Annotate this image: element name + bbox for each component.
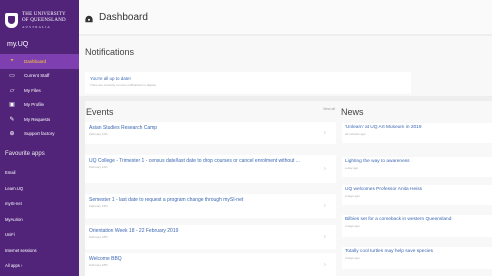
sidebar-item-my-files[interactable]: ▱ My Files <box>0 83 79 98</box>
view-all-events-link[interactable]: View all <box>323 107 335 111</box>
event-date: February 11th <box>89 165 108 169</box>
chevron-right-icon: › <box>323 261 326 268</box>
news-item-date: 3 days ago <box>345 256 360 260</box>
sidebar-item-label: Support factory <box>24 131 55 137</box>
sidebar-item-label: My Profile <box>24 102 45 108</box>
sidebar: THE UNIVERSITY OF QUEENSLAND AUSTRALIA m… <box>0 0 79 276</box>
sidebar-item-my-profile[interactable]: ▣ My Profile <box>0 98 79 113</box>
logo-line-1: THE UNIVERSITY <box>22 11 66 17</box>
uq-crest-icon <box>5 13 18 28</box>
event-title: Welcome BBQ <box>89 256 122 262</box>
events-title: Events <box>86 107 114 117</box>
fav-app-internet-sessions[interactable]: Internet sessions <box>0 243 79 259</box>
chevron-right-icon: › <box>323 165 326 173</box>
sidebar-item-my-requests[interactable]: ✎ My Requests <box>0 112 79 127</box>
edit-icon: ✎ <box>9 116 15 123</box>
fav-app-mysi-net[interactable]: mySI-net <box>0 196 79 212</box>
page-title: Dashboard <box>99 12 148 23</box>
fav-app-email[interactable]: Email <box>0 165 79 181</box>
events-card: Events View all Asian Studies Research C… <box>85 101 336 276</box>
notification-message-box: You're all up to date! There are current… <box>85 72 411 94</box>
event-item[interactable]: UQ College - Trimester 1 - census date/l… <box>85 155 336 183</box>
chevron-right-icon: › <box>323 129 326 137</box>
dashboard-icon <box>85 15 93 23</box>
sidebar-item-support-factory[interactable]: ⊕ Support factory <box>0 127 79 142</box>
chevron-right-icon: › <box>323 233 326 241</box>
news-item-date: 2 days ago <box>345 224 360 228</box>
dashboard-icon: ◓ <box>10 58 14 65</box>
uq-logo[interactable]: THE UNIVERSITY OF QUEENSLAND AUSTRALIA <box>0 0 79 34</box>
news-item[interactable]: Totally cool turtles may help save speci… <box>342 247 492 269</box>
event-title: Orientation Week 18 - 22 February 2019 <box>89 228 179 234</box>
section-title-myuq: my.UQ <box>7 41 29 48</box>
event-title: UQ College - Trimester 1 - census date/l… <box>89 158 300 164</box>
event-item[interactable]: Semester 1 - last date to request a prog… <box>85 194 336 218</box>
news-item-title: 'Unlearn' at UQ Art Museum in 2019 <box>345 125 422 130</box>
event-date: February 15th <box>89 204 108 208</box>
notifications-title: Notifications <box>85 47 135 57</box>
monitor-icon: ▭ <box>9 73 15 80</box>
all-apps-link[interactable]: All apps › <box>0 258 79 274</box>
news-item-title: Lighting the way to awareness <box>345 159 410 164</box>
event-title: Semester 1 - last date to request a prog… <box>89 197 244 203</box>
news-title: News <box>341 107 364 117</box>
sidebar-item-label: Dashboard <box>24 58 47 64</box>
news-item-date: 2 days ago <box>345 194 360 198</box>
event-date: February 11th <box>89 132 108 136</box>
notification-message: You're all up to date! <box>90 76 131 81</box>
fav-app-learn-uq[interactable]: Learn.UQ <box>0 181 79 197</box>
header: Dashboard <box>79 0 492 34</box>
news-item-date: 44 minutes ago <box>345 132 366 136</box>
news-item[interactable]: UQ welcomes Professor Anita Heiss 2 days… <box>342 185 492 205</box>
sidebar-item-label: My Requests <box>24 116 51 122</box>
news-item[interactable]: Bilbies set for a comeback in western Qu… <box>342 215 492 237</box>
favourite-apps-title: Favourite apps <box>5 151 45 157</box>
folder-icon: ▱ <box>9 87 15 94</box>
news-item-title: Bilbies set for a comeback in western Qu… <box>345 217 452 222</box>
news-item-title: UQ welcomes Professor Anita Heiss <box>345 187 423 192</box>
notification-submessage: There are currently no new notifications… <box>90 83 157 87</box>
sidebar-item-dashboard[interactable]: ◓ Dashboard <box>0 54 79 69</box>
event-date: February 18th <box>89 263 108 267</box>
sidebar-item-label: Current Staff <box>24 73 50 79</box>
fav-app-myaurion[interactable]: MyAurion <box>0 212 79 228</box>
event-item[interactable]: Orientation Week 18 - 22 February 2019 F… <box>85 225 336 249</box>
event-item[interactable]: Welcome BBQ February 18th › <box>85 253 336 276</box>
news-card: News 'Unlearn' at UQ Art Museum in 2019 … <box>336 101 492 276</box>
sidebar-item-label: My Files <box>24 87 41 93</box>
fav-app-unifi[interactable]: UniFi <box>0 227 79 243</box>
event-item[interactable]: Asian Studies Research Camp February 11t… <box>85 122 336 144</box>
event-title: Asian Studies Research Camp <box>89 125 158 131</box>
event-date: February 18th <box>89 235 108 239</box>
chevron-right-icon: › <box>323 202 326 210</box>
news-item[interactable]: Lighting the way to awareness a day ago <box>342 157 492 177</box>
notifications-card: Notifications You're all up to date! The… <box>79 36 492 96</box>
logo-line-3: AUSTRALIA <box>22 24 51 29</box>
news-item-date: a day ago <box>345 166 359 170</box>
news-item-title: Totally cool turtles may help save speci… <box>345 249 433 254</box>
plus-circle-icon: ⊕ <box>9 131 15 138</box>
news-item[interactable]: 'Unlearn' at UQ Art Museum in 2019 44 mi… <box>342 123 492 143</box>
logo-text: THE UNIVERSITY OF QUEENSLAND AUSTRALIA <box>22 12 66 30</box>
sidebar-item-current-staff[interactable]: ▭ Current Staff <box>0 69 79 84</box>
profile-card-icon: ▣ <box>9 102 15 109</box>
